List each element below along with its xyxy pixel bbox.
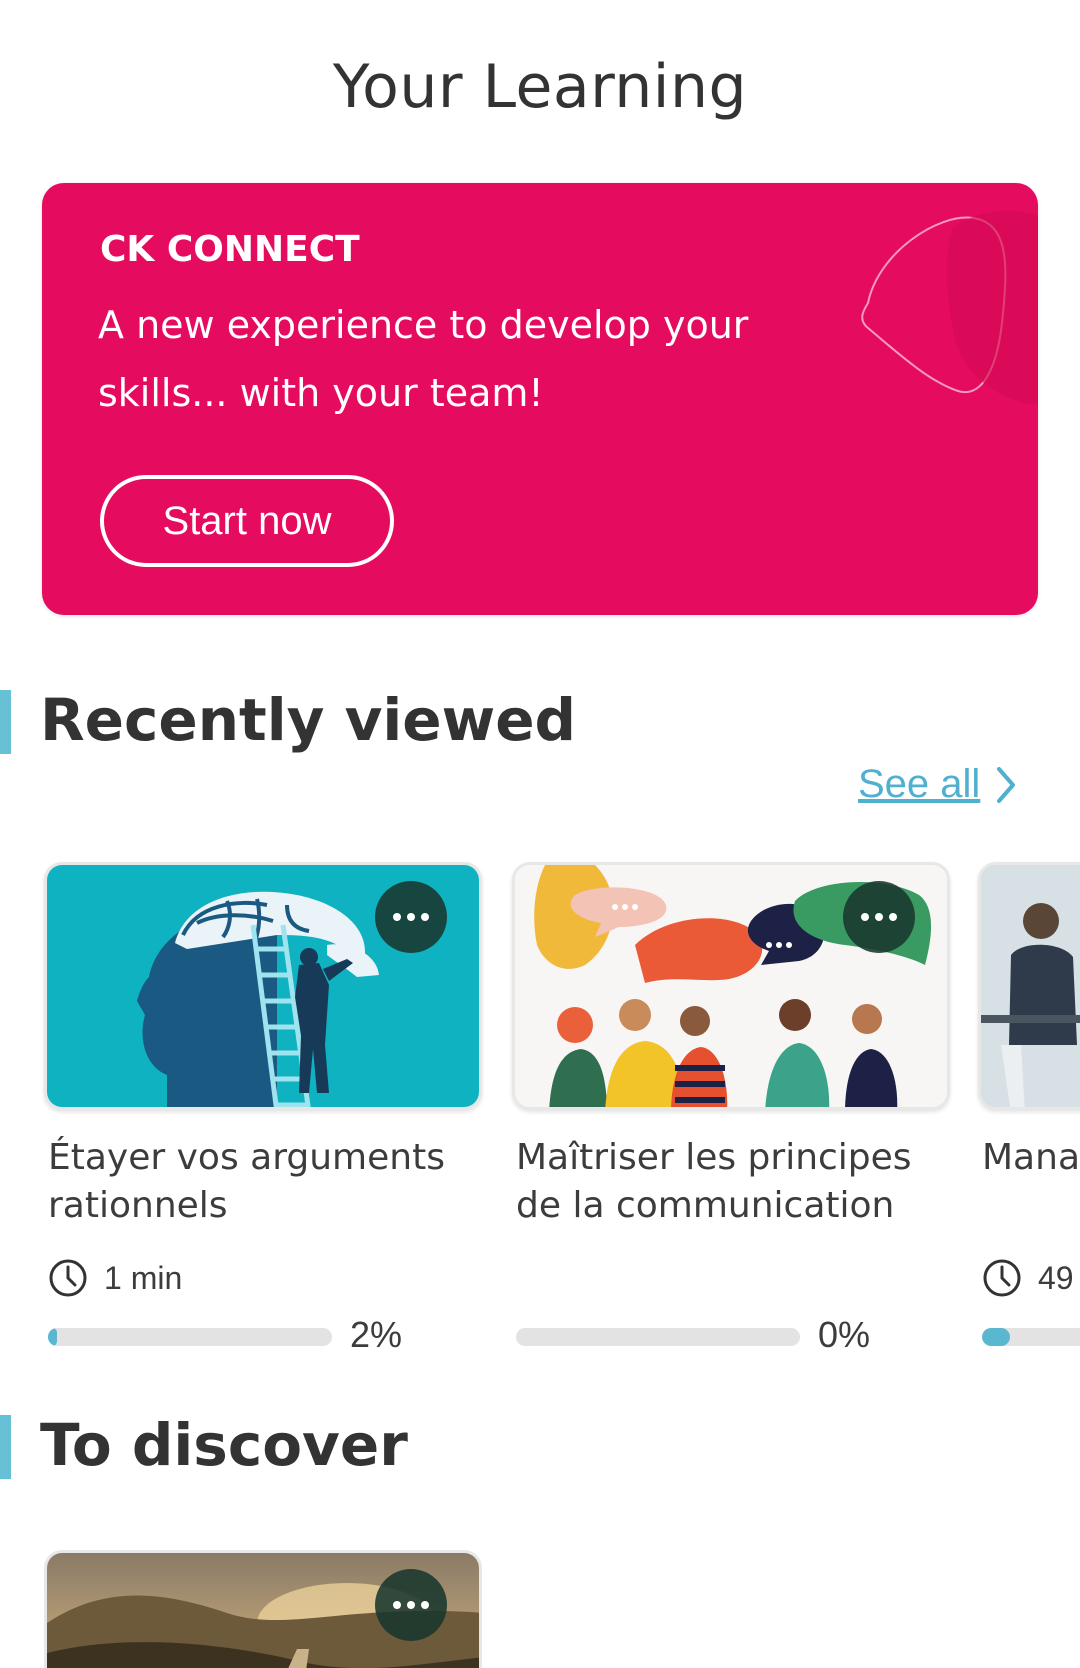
promo-banner[interactable]: CK CONNECT A new experience to develop y…: [42, 183, 1038, 615]
duration-label: 49: [1038, 1259, 1074, 1296]
progress-label: 0%: [818, 1314, 871, 1355]
more-dot: [889, 913, 897, 921]
more-dots-icon: [861, 913, 869, 921]
see-all-link[interactable]: See all: [858, 762, 1018, 807]
more-dot: [407, 1601, 415, 1609]
recently-viewed-title: Recently viewed: [40, 686, 577, 754]
course-title[interactable]: Maîtriser les principes de la communicat…: [516, 1134, 956, 1230]
promo-eyebrow: CK CONNECT: [100, 229, 360, 270]
more-dots-icon: [393, 913, 401, 921]
section-accent-bar: [0, 1415, 11, 1479]
to-discover-title: To discover: [40, 1411, 408, 1479]
your-learning-screen: Your Learning CK CONNECT A new experienc…: [0, 0, 1080, 1668]
more-options-button[interactable]: [375, 881, 447, 953]
course-thumbnail[interactable]: [44, 862, 482, 1110]
more-dot: [875, 913, 883, 921]
office-photo: [981, 865, 1080, 1107]
more-options-button[interactable]: [375, 1569, 447, 1641]
progress-bar: [516, 1328, 800, 1346]
progress-fill: [982, 1328, 1011, 1346]
course-card[interactable]: Manager d'emp 49: [978, 862, 1080, 1346]
clock-icon: [49, 1259, 87, 1297]
course-thumbnail[interactable]: [512, 862, 950, 1110]
course-card[interactable]: Maîtriser les principes de la communicat…: [512, 862, 950, 1355]
course-duration: 1 min: [48, 1258, 182, 1298]
course-card[interactable]: Étayer vos arguments rationnels 1 min 2%: [44, 862, 482, 1355]
course-title[interactable]: Manager d'emp: [982, 1134, 1080, 1182]
page-title: Your Learning: [332, 52, 748, 122]
progress-fill: [48, 1328, 57, 1346]
progress-label: 2%: [350, 1314, 403, 1355]
promo-description: A new experience to develop your skills.…: [98, 303, 749, 415]
progress-bar: [48, 1328, 332, 1346]
more-dots-icon: [393, 1601, 401, 1609]
more-options-button[interactable]: [843, 881, 915, 953]
see-all-label[interactable]: See all: [858, 762, 980, 807]
section-accent-bar: [0, 690, 11, 754]
course-title[interactable]: Étayer vos arguments rationnels: [48, 1134, 488, 1230]
more-dot: [421, 1601, 429, 1609]
progress-bar: [982, 1328, 1080, 1346]
more-dot: [421, 913, 429, 921]
course-duration: 49: [982, 1258, 1074, 1298]
discover-card-thumbnail[interactable]: [44, 1550, 482, 1668]
duration-label: 1 min: [104, 1259, 183, 1296]
chevron-right-icon: [997, 766, 1016, 803]
clock-icon: [983, 1259, 1021, 1297]
course-thumbnail[interactable]: [978, 862, 1080, 1110]
start-now-button[interactable]: Start now: [100, 475, 394, 567]
more-dot: [407, 913, 415, 921]
